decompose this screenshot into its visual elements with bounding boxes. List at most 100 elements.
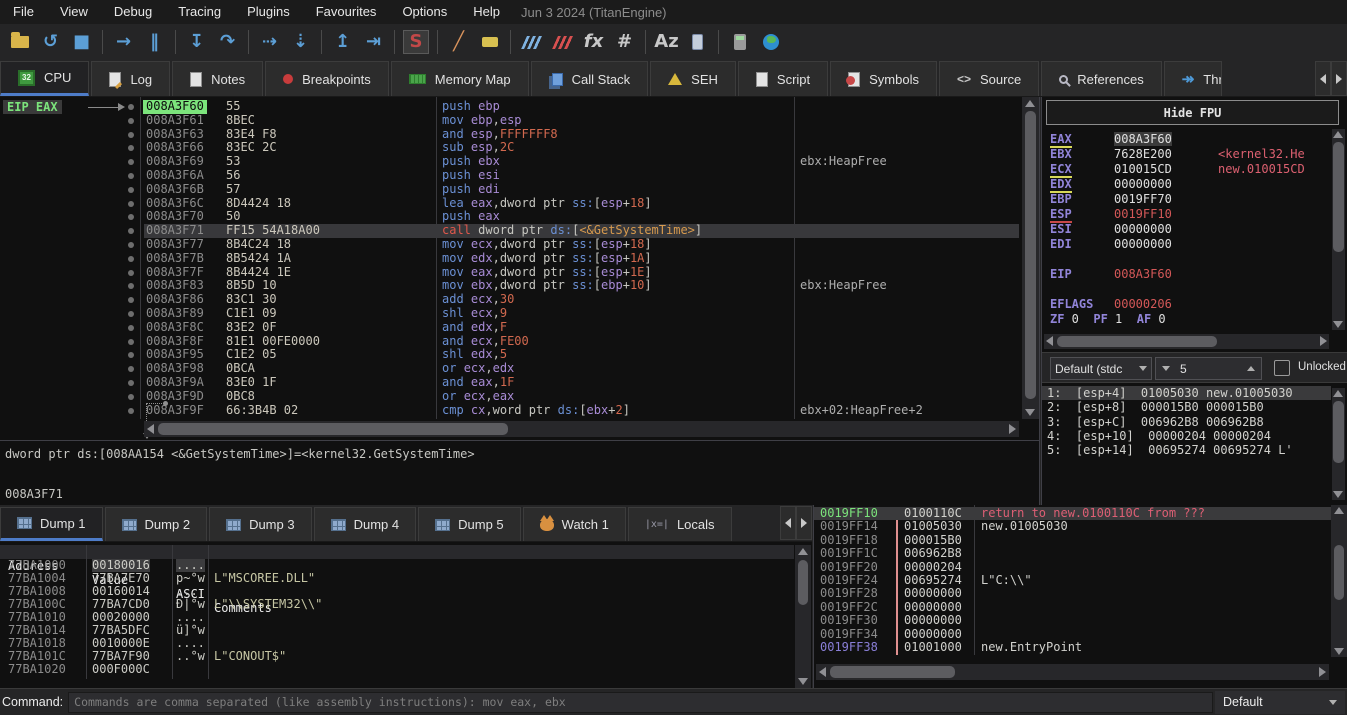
tab-dump-2[interactable]: Dump 2	[105, 507, 208, 541]
disasm-row[interactable]: 008A3F8F81E1 00FE0000and ecx,FE00	[0, 335, 1021, 349]
disasm-row[interactable]: 008A3F8C83E2 0Fand edx,F	[0, 321, 1021, 335]
scroll-up-icon[interactable]	[1334, 507, 1344, 514]
tab-log[interactable]: Log	[91, 61, 170, 96]
registers-pane[interactable]: Hide FPU EAX008A3F60EBX7628E200<kernel32…	[1041, 97, 1347, 505]
stack-row[interactable]: 0019FF18000015B0	[814, 534, 1331, 547]
breakpoint-dot-icon[interactable]	[128, 187, 134, 193]
dump-pane[interactable]: Dump 1Dump 2Dump 3Dump 4Dump 5Watch 1|x=…	[0, 505, 812, 688]
disasm-row[interactable]: 008A3F7B8B5424 1Amov edx,dword ptr ss:[e…	[0, 252, 1021, 266]
register-row[interactable]: ESI00000000	[1042, 222, 1331, 237]
breakpoint-dot-icon[interactable]	[128, 380, 134, 386]
tab-dump-3[interactable]: Dump 3	[209, 507, 312, 541]
regs-hscroll-thumb[interactable]	[1057, 336, 1217, 347]
stack-hscrollbar[interactable]	[816, 664, 1329, 680]
dump-tab-scroll-right-button[interactable]	[796, 506, 812, 540]
menu-file[interactable]: File	[0, 0, 47, 24]
stack-row[interactable]: 0019FF3400000000	[814, 628, 1331, 641]
strings-button[interactable]: Az	[651, 28, 682, 56]
args-vscroll-thumb[interactable]	[1333, 401, 1344, 463]
tab-seh[interactable]: SEH	[650, 61, 736, 96]
stack-value[interactable]: 006962B8	[904, 547, 962, 560]
functions-button[interactable]: fx	[578, 28, 609, 56]
breakpoint-dot-icon[interactable]	[128, 283, 134, 289]
stack-value[interactable]: 000015B0	[904, 534, 962, 547]
scroll-up-icon[interactable]	[1025, 100, 1035, 107]
tab-symbols[interactable]: Symbols	[830, 61, 937, 96]
breakpoint-dot-icon[interactable]	[128, 270, 134, 276]
breakpoint-dot-icon[interactable]	[128, 325, 134, 331]
disasm-row[interactable]: 008A3F6383E4 F8and esp,FFFFFFF8	[0, 128, 1021, 142]
breakpoint-dot-icon[interactable]	[128, 242, 134, 248]
stack-value[interactable]: 00000204	[904, 561, 962, 574]
breakpoint-dot-icon[interactable]	[128, 311, 134, 317]
disasm-row[interactable]: 008A3F838B5D 10mov ebx,dword ptr ss:[ebp…	[0, 279, 1021, 293]
register-value[interactable]: 00000000	[1114, 222, 1172, 236]
step-into-button[interactable]: ↧	[181, 28, 212, 56]
stack-value[interactable]: 00000000	[904, 601, 962, 614]
stack-value[interactable]: 00000000	[904, 587, 962, 600]
stack-row[interactable]: 0019FF3000000000	[814, 614, 1331, 627]
tab-dump-1[interactable]: Dump 1	[0, 507, 103, 541]
stack-row[interactable]: 0019FF1401005030new.01005030	[814, 520, 1331, 533]
disasm-hscroll-thumb[interactable]	[158, 423, 508, 435]
register-row[interactable]: EAX008A3F60	[1042, 132, 1331, 147]
tab-cpu[interactable]: 32CPU	[0, 61, 89, 96]
calculator-button[interactable]	[724, 28, 755, 56]
execute-till-return-button[interactable]: ↥	[327, 28, 358, 56]
pause-button[interactable]: ‖	[139, 28, 170, 56]
stack-row[interactable]: 0019FF2000000204	[814, 561, 1331, 574]
register-value[interactable]: 0019FF70	[1114, 192, 1172, 206]
disasm-row[interactable]: 008A3F6B57push edi	[0, 183, 1021, 197]
dump-vscroll-thumb[interactable]	[798, 560, 808, 605]
dump-vscrollbar[interactable]	[795, 545, 811, 688]
menu-view[interactable]: View	[47, 0, 101, 24]
scroll-left-icon[interactable]	[147, 424, 154, 434]
tab-dump-5[interactable]: Dump 5	[418, 507, 521, 541]
scroll-down-icon[interactable]	[1333, 321, 1343, 328]
args-vscrollbar[interactable]	[1332, 388, 1345, 500]
tab-references[interactable]: References	[1041, 61, 1161, 96]
scroll-right-icon[interactable]	[1319, 667, 1326, 677]
menu-debug[interactable]: Debug	[101, 0, 165, 24]
breakpoint-dot-icon[interactable]	[128, 366, 134, 372]
disasm-vscroll-thumb[interactable]	[1025, 111, 1036, 399]
handles-button[interactable]	[682, 28, 713, 56]
dump-value[interactable]: 000F000C	[92, 663, 150, 673]
register-row[interactable]: EBP0019FF70	[1042, 192, 1331, 207]
register-value[interactable]: 7628E200	[1114, 147, 1172, 161]
run-to-cursor-button[interactable]: ⇥	[358, 28, 389, 56]
breakpoint-dot-icon[interactable]	[128, 145, 134, 151]
register-value[interactable]: 008A3F60	[1114, 267, 1172, 281]
breakpoint-dot-icon[interactable]	[128, 394, 134, 400]
breakpoint-dot-icon[interactable]	[128, 118, 134, 124]
command-input[interactable]	[68, 692, 1213, 713]
scroll-up-icon[interactable]	[798, 548, 808, 555]
register-row[interactable]: EDX00000000	[1042, 177, 1331, 192]
stack-row[interactable]: 0019FF1C006962B8	[814, 547, 1331, 560]
hide-fpu-button[interactable]: Hide FPU	[1046, 100, 1339, 125]
register-value[interactable]: 00000206	[1114, 297, 1172, 311]
tab-breakpoints[interactable]: Breakpoints	[265, 61, 389, 96]
scroll-down-icon[interactable]	[1334, 648, 1344, 655]
disasm-vscrollbar[interactable]	[1022, 97, 1039, 419]
disasm-hscrollbar[interactable]	[144, 421, 1019, 437]
menu-plugins[interactable]: Plugins	[234, 0, 303, 24]
breakpoint-dot-icon[interactable]	[128, 408, 134, 414]
stack-hscroll-thumb[interactable]	[830, 666, 955, 678]
register-row[interactable]: ECX010015CDnew.010015CD	[1042, 162, 1331, 177]
regs-vscroll-thumb[interactable]	[1333, 142, 1344, 252]
stack-row[interactable]: 0019FF3801001000new.EntryPoint	[814, 641, 1331, 654]
spinner-up-icon[interactable]	[1247, 366, 1255, 371]
register-row[interactable]: EFLAGS00000206	[1042, 297, 1331, 312]
stop-button[interactable]: ■	[66, 28, 97, 56]
disasm-row[interactable]: 008A3F9D0BC8or ecx,eax	[0, 390, 1021, 404]
calling-convention-dropdown[interactable]: Default (stdc	[1050, 357, 1152, 380]
scroll-right-icon[interactable]	[1320, 336, 1327, 346]
register-row[interactable]: EIP008A3F60	[1042, 267, 1331, 282]
tab-memory-map[interactable]: Memory Map	[391, 61, 529, 96]
stack-value[interactable]: 00000000	[904, 614, 962, 627]
animate-button[interactable]: S	[403, 30, 429, 54]
argument-row[interactable]: 3: [esp+C] 006962B8 006962B8	[1042, 415, 1331, 429]
breakpoint-dot-icon[interactable]	[128, 104, 134, 110]
disasm-row[interactable]: 008A3F7050push eax	[0, 210, 1021, 224]
